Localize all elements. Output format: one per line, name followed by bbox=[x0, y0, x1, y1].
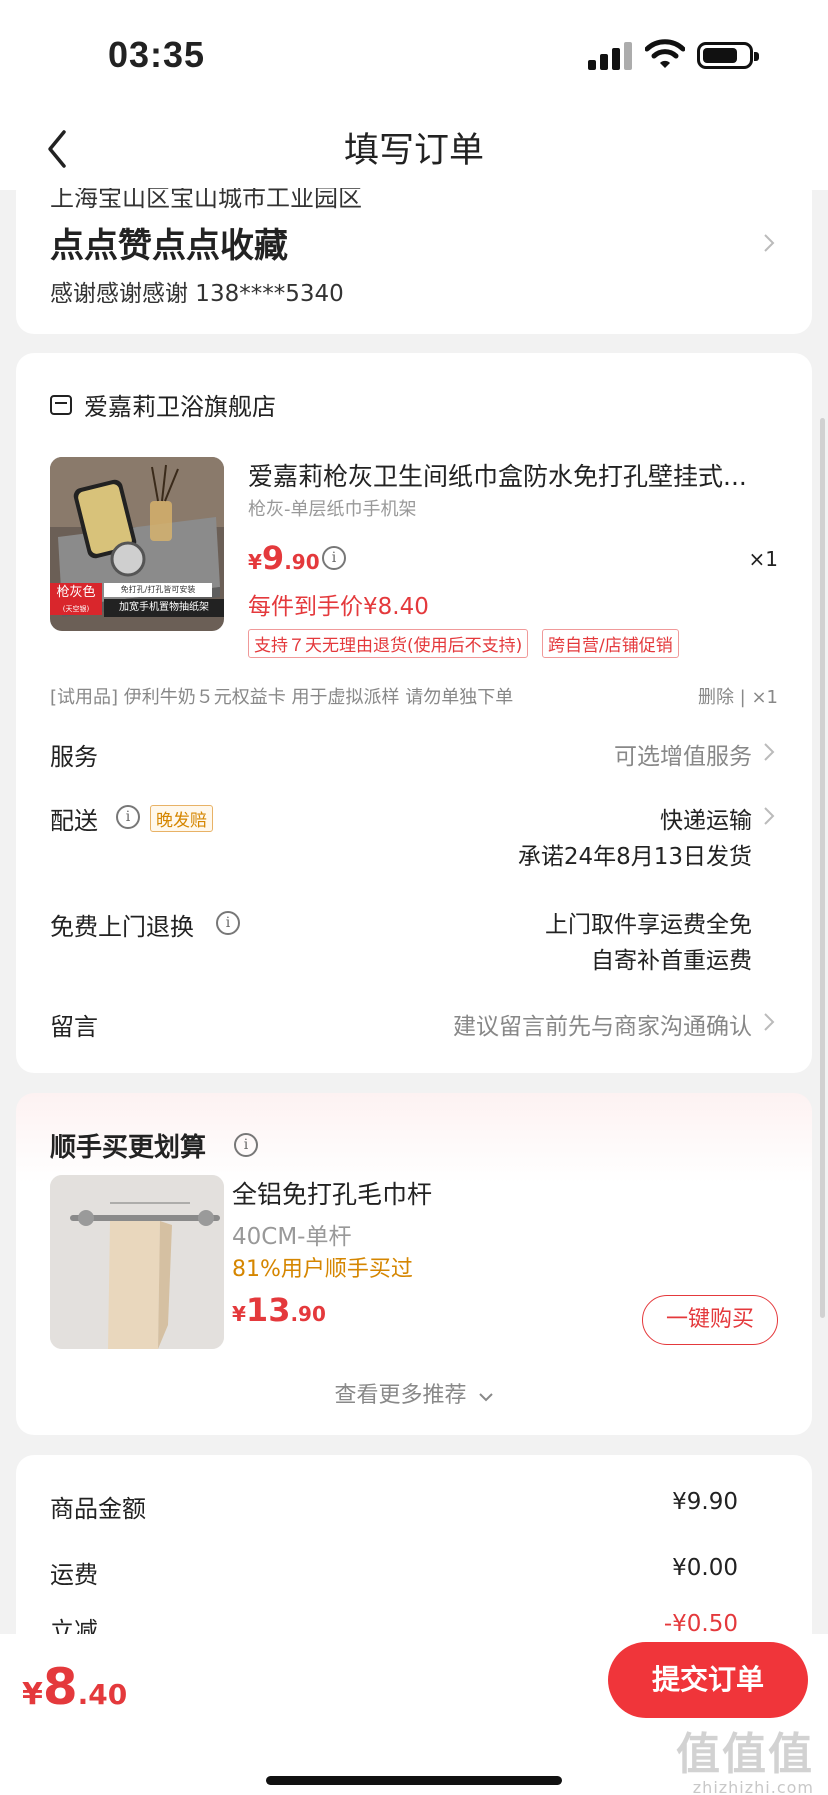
price-info-icon[interactable]: i bbox=[322, 546, 346, 570]
nav-bar: 填写订单 bbox=[0, 110, 828, 190]
watermark: 值值值 zhizhizhi.com bbox=[676, 1718, 814, 1795]
watermark-logo: 值值值 bbox=[676, 1729, 814, 1780]
delivery-info-icon[interactable]: i bbox=[116, 805, 140, 829]
return-info-icon[interactable]: i bbox=[216, 911, 240, 935]
shop-name: 爱嘉莉卫浴旗舰店 bbox=[84, 393, 276, 421]
shop-header[interactable]: 爱嘉莉卫浴旗舰店 bbox=[50, 387, 276, 422]
recommend-product-sku: 40CM-单杆 bbox=[232, 1224, 352, 1250]
shop-card: 爱嘉莉卫浴旗舰店 枪灰色 (天空银) 免打孔/打孔皆可安装 加宽手机置物抽纸架 … bbox=[16, 353, 812, 1073]
store-icon bbox=[50, 394, 72, 415]
address-name: 点点赞点点收藏 bbox=[50, 226, 288, 266]
price-symbol: ¥ bbox=[248, 550, 262, 574]
total-int: 8 bbox=[42, 1658, 78, 1716]
chevron-right-icon bbox=[762, 1011, 776, 1033]
order-page: 03:35 填写订单 上海宝山区宝山城市工业园区 点点赞点点收藏 感谢感谢感谢 … bbox=[0, 0, 828, 1795]
page-title: 填写订单 bbox=[343, 131, 484, 171]
trial-item-text: [试用品] 伊利牛奶５元权益卡 用于虚拟派样 请勿单独下单 bbox=[50, 687, 514, 708]
status-bar: 03:35 bbox=[0, 0, 828, 110]
battery-icon bbox=[697, 42, 759, 69]
price-summary-card: 商品金额 ¥9.90 运费 ¥0.00 立减 -¥0.50 bbox=[16, 1455, 812, 1634]
chevron-right-icon bbox=[762, 805, 776, 827]
product-name[interactable]: 爱嘉莉枪灰卫生间纸巾盒防水免打孔壁挂式... bbox=[248, 457, 747, 493]
recommend-title: 顺手买更划算 bbox=[50, 1133, 207, 1163]
product-thumbnail[interactable]: 枪灰色 (天空银) 免打孔/打孔皆可安装 加宽手机置物抽纸架 bbox=[50, 457, 224, 631]
service-value[interactable]: 可选增值服务 bbox=[614, 737, 752, 771]
total-symbol: ¥ bbox=[22, 1677, 43, 1712]
thumb-color-label: 枪灰色 bbox=[56, 585, 96, 600]
summary-value-shipping: ¥0.00 bbox=[672, 1555, 738, 1581]
recommend-buy-rate: 81%用户顺手买过 bbox=[232, 1257, 413, 1282]
message-input[interactable]: 建议留言前先与商家沟通确认 bbox=[453, 1007, 752, 1041]
towel-bar-image bbox=[50, 1175, 224, 1349]
home-indicator[interactable] bbox=[266, 1776, 562, 1785]
delivery-method[interactable]: 快递运输 bbox=[660, 801, 752, 835]
status-time: 03:35 bbox=[108, 34, 206, 75]
summary-label-discount: 立减 bbox=[50, 1617, 98, 1634]
return-value-1: 上门取件享运费全免 bbox=[545, 912, 752, 938]
product-qty: ×1 bbox=[748, 547, 778, 571]
total-dec: .40 bbox=[77, 1678, 128, 1711]
rec-price-symbol: ¥ bbox=[232, 1302, 246, 1326]
unit-price: 每件到手价¥8.40 bbox=[248, 594, 429, 620]
rec-price-int: 13 bbox=[245, 1291, 291, 1329]
return-value-2: 自寄补首重运费 bbox=[591, 948, 752, 974]
rec-price-dec: .90 bbox=[290, 1302, 326, 1326]
scrollbar[interactable] bbox=[820, 418, 825, 1318]
trial-item-ops[interactable]: 删除 | ×1 bbox=[698, 683, 778, 709]
price-dec: .90 bbox=[284, 550, 320, 574]
delivery-promise: 承诺24年8月13日发货 bbox=[517, 844, 752, 870]
summary-label-goods: 商品金额 bbox=[50, 1495, 146, 1523]
see-more-link[interactable]: 查看更多推荐 bbox=[16, 1377, 812, 1409]
product-price: ¥9.90 bbox=[248, 539, 320, 577]
recommend-info-icon[interactable]: i bbox=[234, 1133, 258, 1157]
chevron-right-icon bbox=[762, 741, 776, 763]
recommend-card: 顺手买更划算 i 全铝免打孔毛巾杆 40CM-单杆 81%用户顺手买过 ¥13.… bbox=[16, 1093, 812, 1435]
message-label: 留言 bbox=[50, 1013, 98, 1041]
address-contact: 感谢感谢感谢 138****5340 bbox=[50, 281, 344, 307]
thumb-line1: 免打孔/打孔皆可安装 bbox=[104, 583, 212, 597]
address-line: 上海宝山区宝山城市工业园区 bbox=[50, 188, 362, 212]
recommend-price: ¥13.90 bbox=[232, 1291, 326, 1329]
summary-value-goods: ¥9.90 bbox=[672, 1489, 738, 1515]
return-label: 免费上门退换 bbox=[50, 913, 194, 941]
thumb-line2: 加宽手机置物抽纸架 bbox=[104, 599, 224, 617]
recommend-thumbnail[interactable] bbox=[50, 1175, 224, 1349]
delivery-label: 配送 bbox=[50, 807, 98, 835]
return-policy-tag: 支持７天无理由退货(使用后不支持) bbox=[248, 629, 529, 658]
submit-order-button[interactable]: 提交订单 bbox=[608, 1642, 808, 1718]
late-compensation-badge: 晚发赔 bbox=[150, 805, 213, 832]
address-card[interactable]: 上海宝山区宝山城市工业园区 点点赞点点收藏 感谢感谢感谢 138****5340 bbox=[16, 188, 812, 334]
summary-value-discount: -¥0.50 bbox=[663, 1611, 738, 1634]
order-content: 上海宝山区宝山城市工业园区 点点赞点点收藏 感谢感谢感谢 138****5340… bbox=[0, 188, 828, 1634]
one-click-buy-button[interactable]: 一键购买 bbox=[642, 1295, 778, 1345]
total-price: ¥8.40 bbox=[22, 1658, 127, 1716]
thumb-color-sub: (天空银) bbox=[62, 605, 90, 613]
promo-tag: 跨自营/店铺促销 bbox=[542, 629, 679, 658]
wifi-icon bbox=[644, 38, 686, 70]
product-sku: 枪灰-单层纸巾手机架 bbox=[248, 499, 417, 520]
bottom-bar: ¥8.40 提交订单 值值值 zhizhizhi.com bbox=[0, 1634, 828, 1795]
chevron-down-icon bbox=[478, 1384, 494, 1409]
price-int: 9 bbox=[261, 539, 285, 577]
see-more-label: 查看更多推荐 bbox=[334, 1383, 467, 1408]
chevron-right-icon bbox=[762, 232, 776, 254]
thumb-color-tag: 枪灰色 (天空银) bbox=[50, 583, 102, 615]
recommend-product-name[interactable]: 全铝免打孔毛巾杆 bbox=[232, 1175, 432, 1211]
cellular-signal-icon bbox=[588, 42, 632, 70]
service-label: 服务 bbox=[50, 743, 98, 771]
summary-label-shipping: 运费 bbox=[50, 1561, 98, 1589]
